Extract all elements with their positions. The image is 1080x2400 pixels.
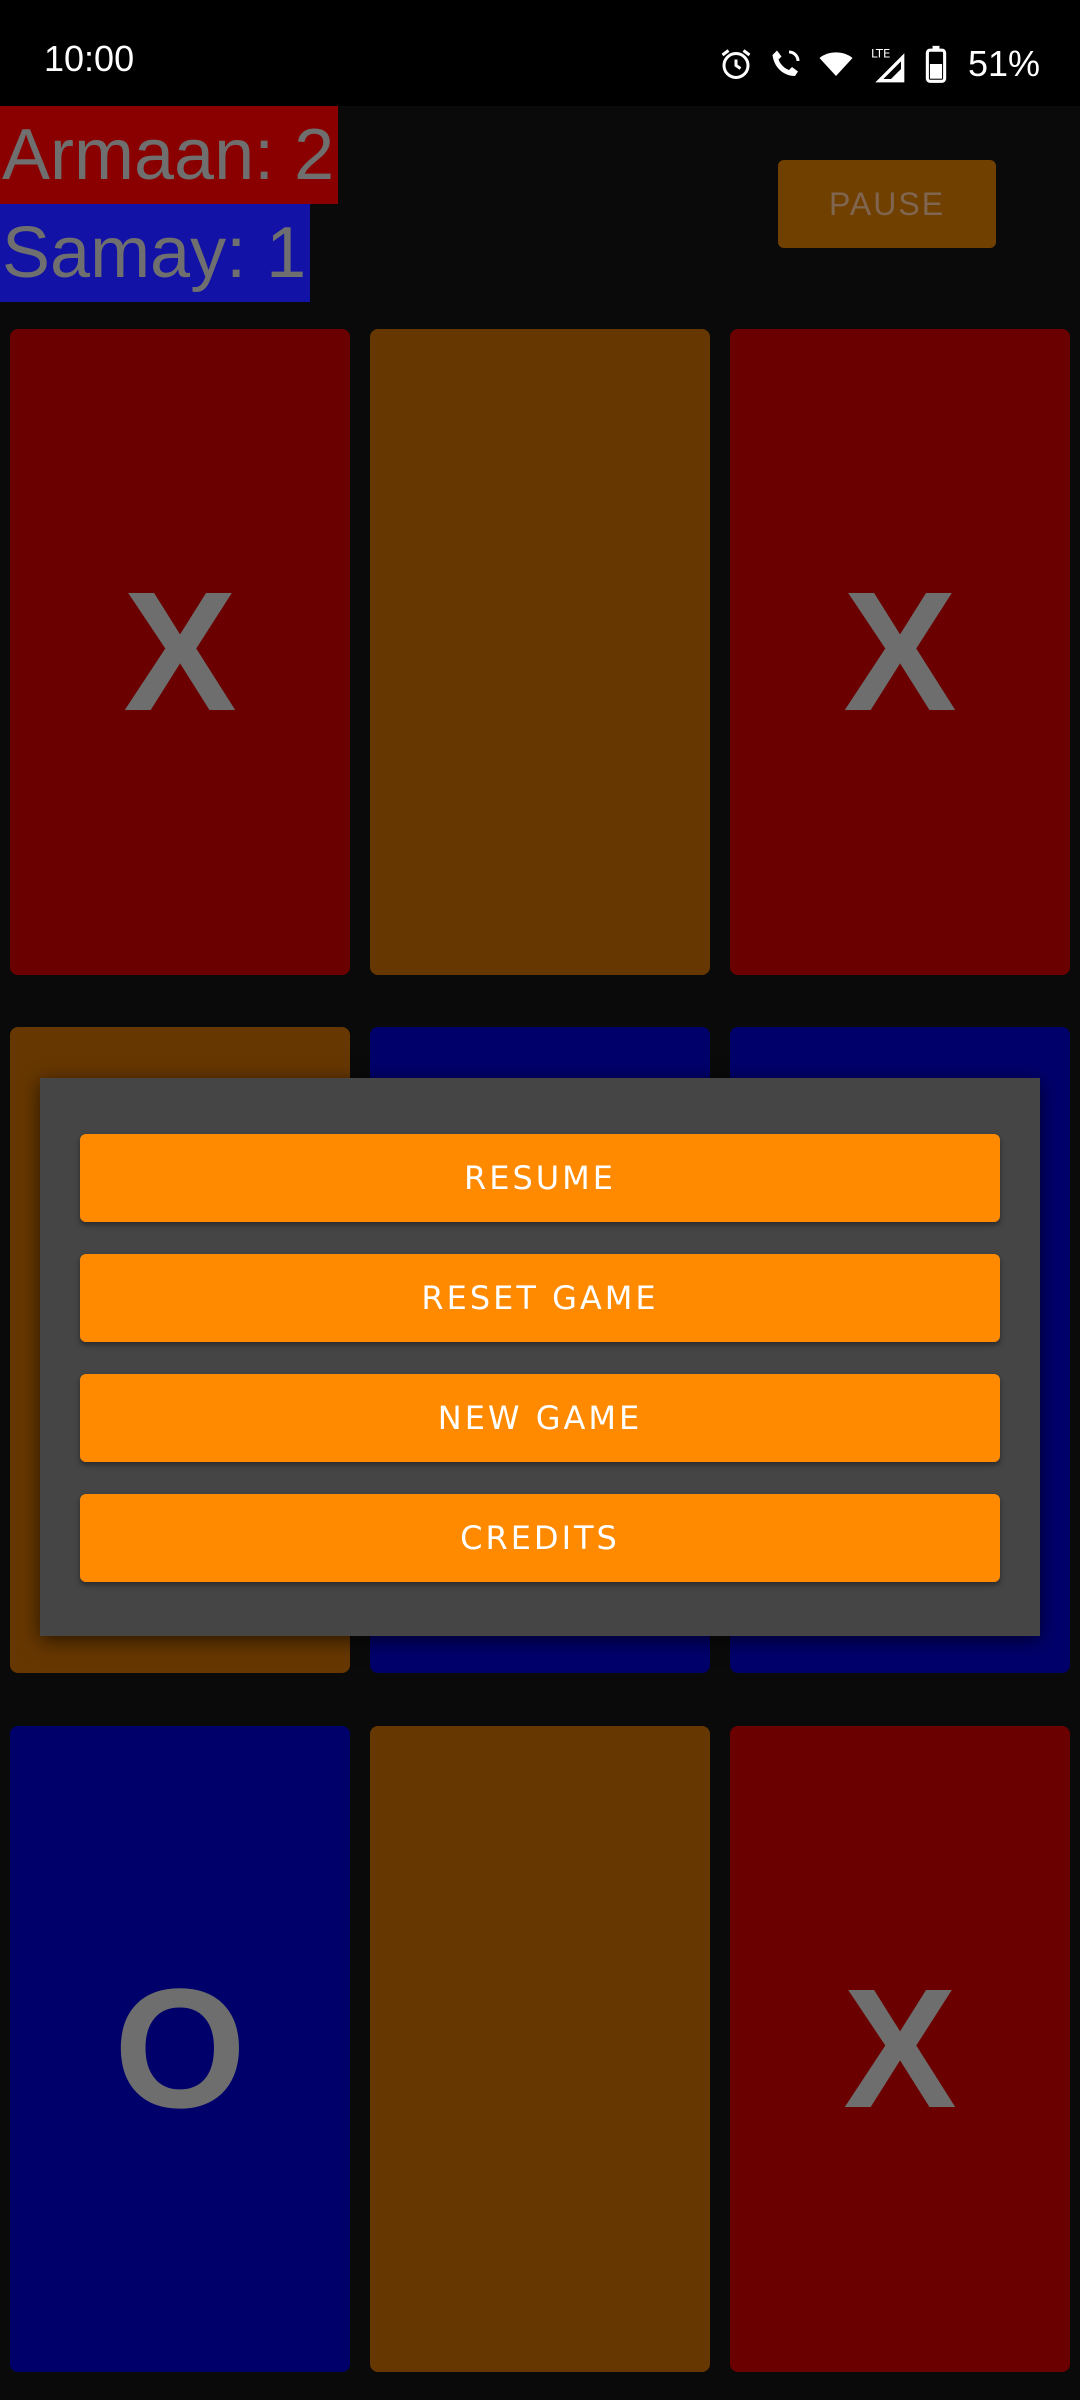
board-cell-8[interactable] xyxy=(370,1726,710,2372)
battery-icon xyxy=(916,44,956,84)
status-bar: 10:00 LTE 51% xyxy=(0,0,1080,106)
game-screen: Armaan: 2 Samay: 1 PAUSE X X O X RESUME … xyxy=(0,106,1080,2400)
pause-menu-dialog: RESUME RESET GAME NEW GAME CREDITS xyxy=(40,1078,1040,1636)
cell-mark: X xyxy=(843,557,957,747)
board-cell-9[interactable]: X xyxy=(730,1726,1070,2372)
board-cell-1[interactable]: X xyxy=(10,329,350,975)
player-one-score: Armaan: 2 xyxy=(0,106,339,204)
cell-mark: O xyxy=(113,1954,247,2144)
credits-button[interactable]: CREDITS xyxy=(80,1494,1000,1582)
board-cell-3[interactable]: X xyxy=(730,329,1070,975)
board-cell-2[interactable] xyxy=(370,329,710,975)
clock: 10:00 xyxy=(44,38,135,79)
wifi-calling-icon xyxy=(766,44,806,84)
pause-button[interactable]: PAUSE xyxy=(778,160,996,248)
player-two-score: Samay: 1 xyxy=(0,204,311,302)
new-game-button[interactable]: NEW GAME xyxy=(80,1374,1000,1462)
svg-text:LTE: LTE xyxy=(871,46,890,60)
resume-button[interactable]: RESUME xyxy=(80,1134,1000,1222)
wifi-icon xyxy=(816,44,856,84)
battery-percent: 51% xyxy=(967,43,1040,84)
lte-signal-icon: LTE xyxy=(866,44,906,84)
reset-game-button[interactable]: RESET GAME xyxy=(80,1254,1000,1342)
alarm-icon xyxy=(716,44,756,84)
cell-mark: X xyxy=(123,557,237,747)
cell-mark: X xyxy=(843,1954,957,2144)
board-cell-7[interactable]: O xyxy=(10,1726,350,2372)
status-icons: LTE 51% xyxy=(716,36,1040,92)
